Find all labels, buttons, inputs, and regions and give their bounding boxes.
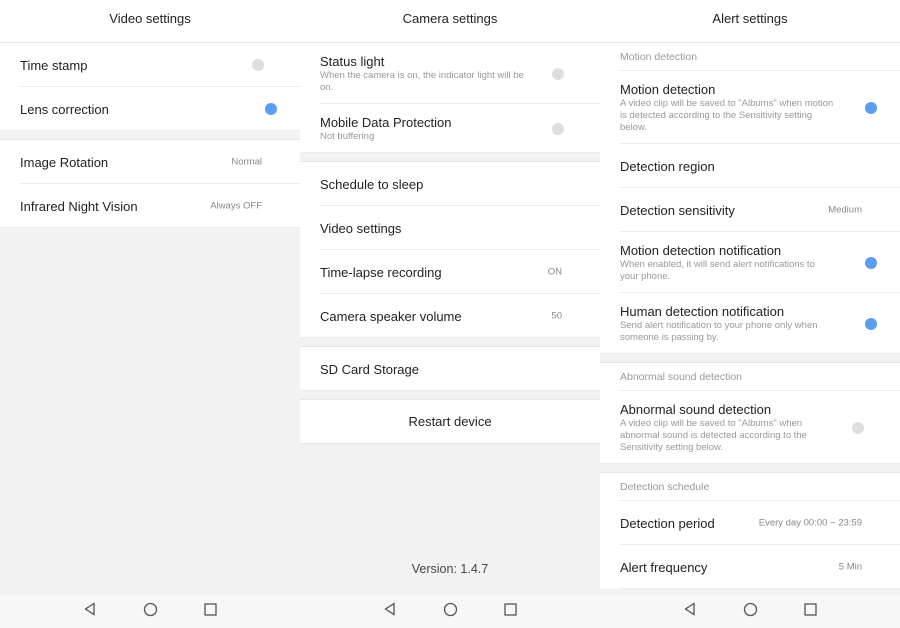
section-label: Motion detection xyxy=(600,43,900,71)
navigation-bar xyxy=(0,595,300,628)
setting-label: Mobile Data Protection xyxy=(320,115,452,130)
setting-value: 50 xyxy=(551,310,562,322)
setting-description: A video clip will be saved to "Albums" w… xyxy=(620,418,807,453)
version-label: Version: 1.4.7 xyxy=(411,562,489,576)
setting-value: 5 Min xyxy=(838,561,862,573)
setting-description: When enabled, it will send alert notific… xyxy=(620,259,815,282)
recents-icon[interactable] xyxy=(504,602,517,621)
toggle-switch[interactable] xyxy=(852,421,864,434)
setting-video-settings[interactable]: Video settings xyxy=(300,206,600,250)
setting-detection-period[interactable]: Detection period Every day 00:00 ~ 23:59 xyxy=(600,501,900,545)
section-divider xyxy=(300,338,600,347)
setting-sd-card-storage[interactable]: SD Card Storage xyxy=(300,347,600,391)
section-divider xyxy=(300,153,600,162)
setting-status-light[interactable]: Status light When the camera is on, the i… xyxy=(300,43,600,104)
restart-device-button[interactable]: Restart device xyxy=(300,400,600,444)
navigation-bar xyxy=(600,595,900,628)
toggle-switch[interactable] xyxy=(552,67,564,80)
setting-value: Always OFF xyxy=(210,200,262,212)
back-icon[interactable] xyxy=(683,602,697,621)
toggle-switch[interactable] xyxy=(865,256,877,269)
setting-detection-region[interactable]: Detection region xyxy=(600,144,900,188)
panel-title: Alert settings xyxy=(600,0,900,43)
setting-motion-detection-notification[interactable]: Motion detection notification When enable… xyxy=(600,232,900,293)
setting-label: Motion detection xyxy=(620,82,716,97)
toggle-switch[interactable] xyxy=(865,101,877,114)
setting-motion-detection[interactable]: Motion detection A video clip will be sav… xyxy=(600,71,900,144)
setting-label: Human detection notification xyxy=(620,304,785,319)
toggle-switch[interactable] xyxy=(552,122,564,135)
setting-abnormal-sound-detection[interactable]: Abnormal sound detection A video clip wil… xyxy=(600,391,900,464)
setting-lens-correction[interactable]: Lens correction xyxy=(0,87,300,131)
panel-alert-settings: Alert settings Motion detection Motion det… xyxy=(600,0,900,595)
setting-time-lapse-recording[interactable]: Time-lapse recording ON xyxy=(300,250,600,294)
setting-value: ON xyxy=(547,266,562,278)
recents-icon[interactable] xyxy=(804,602,817,621)
panel-title: Video settings xyxy=(0,0,300,43)
recents-icon[interactable] xyxy=(204,602,217,621)
setting-schedule-to-sleep[interactable]: Schedule to sleep xyxy=(300,162,600,206)
section-label: Detection schedule xyxy=(600,473,900,501)
setting-label: Lens correction xyxy=(20,101,109,117)
setting-label: Detection region xyxy=(620,158,715,174)
setting-label: Status light xyxy=(320,54,385,69)
setting-label: SD Card Storage xyxy=(320,361,419,377)
home-icon[interactable] xyxy=(443,602,458,622)
setting-value: Medium xyxy=(828,204,862,216)
toggle-switch[interactable] xyxy=(252,59,264,71)
toggle-switch[interactable] xyxy=(265,103,277,115)
panel-camera-settings: Camera settings Status light When the came… xyxy=(300,0,600,595)
navigation-bar xyxy=(300,595,600,628)
setting-description: When the camera is on, the indicator lig… xyxy=(320,70,524,93)
setting-description: A video clip will be saved to "Albums" w… xyxy=(620,98,834,133)
section-divider xyxy=(0,131,300,140)
section-label: Abnormal sound detection xyxy=(600,363,900,391)
setting-label: Schedule to sleep xyxy=(320,176,424,192)
setting-description: Not buffering xyxy=(320,131,375,142)
home-icon[interactable] xyxy=(143,602,158,622)
setting-label: Abnormal sound detection xyxy=(620,402,772,417)
section-divider xyxy=(300,391,600,400)
panel-title: Camera settings xyxy=(300,0,600,43)
setting-detection-sensitivity[interactable]: Detection sensitivity Medium xyxy=(600,188,900,232)
setting-infrared-night-vision[interactable]: Infrared Night Vision Always OFF xyxy=(0,184,300,228)
home-icon[interactable] xyxy=(743,602,758,622)
setting-label: Time stamp xyxy=(20,57,88,73)
setting-time-stamp[interactable]: Time stamp xyxy=(0,43,300,87)
setting-value: Every day 00:00 ~ 23:59 xyxy=(758,517,862,529)
toggle-switch[interactable] xyxy=(865,317,877,330)
setting-mobile-data-protection[interactable]: Mobile Data Protection Not buffering xyxy=(300,104,600,153)
setting-camera-speaker-volume[interactable]: Camera speaker volume 50 xyxy=(300,294,600,338)
setting-value: Normal xyxy=(231,156,262,168)
setting-label: Time-lapse recording xyxy=(320,264,442,280)
setting-description: Send alert notification to your phone on… xyxy=(620,320,818,343)
panel-video-settings: Video settings Time stamp Lens correction I… xyxy=(0,0,300,595)
back-icon[interactable] xyxy=(383,602,397,621)
setting-label: Motion detection notification xyxy=(620,243,782,258)
section-divider xyxy=(600,354,900,363)
setting-alert-frequency[interactable]: Alert frequency 5 Min xyxy=(600,545,900,589)
section-divider xyxy=(600,464,900,473)
back-icon[interactable] xyxy=(83,602,97,621)
setting-label: Camera speaker volume xyxy=(320,308,462,324)
setting-human-detection-notification[interactable]: Human detection notification Send alert n… xyxy=(600,293,900,354)
setting-image-rotation[interactable]: Image Rotation Normal xyxy=(0,140,300,184)
setting-label: Video settings xyxy=(320,220,402,236)
